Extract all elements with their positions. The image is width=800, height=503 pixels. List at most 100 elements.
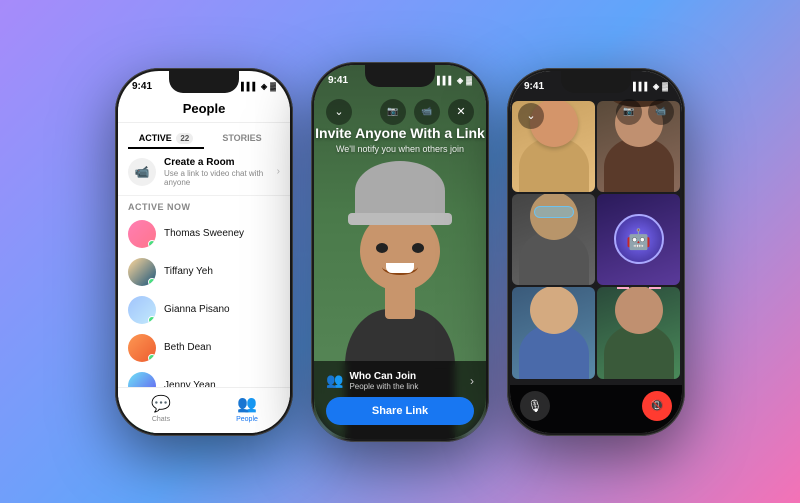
contact-name: Tiffany Yeh [164,266,213,277]
person-face-6 [615,287,663,333]
chevron-down-icon: ⌄ [526,109,535,122]
status-icons-middle: ▌▌▌ ◈ ▓ [437,76,472,85]
online-indicator [148,240,156,248]
invite-title: Invite Anyone With a Link [314,125,486,141]
chevron-right-icon: › [277,166,280,177]
invite-overlay: Invite Anyone With a Link We'll notify y… [314,125,486,154]
tab-stories-label: STORIES [222,133,261,143]
phone-middle-screen: 9:41 ▌▌▌ ◈ ▓ ⌄ 📷 [314,65,486,439]
ar-glasses [534,206,574,218]
nav-item-chats[interactable]: 💬 Chats [118,394,204,423]
call-cell-3 [512,194,595,285]
who-can-join-info: 👥 Who Can Join People with the link [326,371,418,391]
who-can-join-title: Who Can Join [349,371,418,382]
person-face-3 [530,194,578,240]
online-indicator [148,278,156,286]
tabs-row: ACTIVE 22 STORIES [118,123,290,149]
status-bar-right: 9:41 ▌▌▌ ◈ ▓ [510,71,682,99]
avatar [128,334,156,362]
signal-icon: ▌▌▌ [241,82,258,91]
create-room-row[interactable]: 📹 Create a Room Use a link to video chat… [118,149,290,196]
signal-icon: ▌▌▌ [633,82,650,91]
avatar [128,258,156,286]
section-label-active-now: ACTIVE NOW [118,196,290,215]
cat-ear-right [649,287,661,288]
list-item[interactable]: Tiffany Yeh [118,253,290,291]
online-indicator [148,354,156,362]
contact-name: Gianna Pisano [164,304,230,315]
down-chevron-button[interactable]: ⌄ [326,99,352,125]
phone-right-screen: 9:41 ▌▌▌ ◈ ▓ 📷 📹 [510,71,682,433]
camera-flip-button[interactable]: 📷 [616,99,642,125]
avatar [128,296,156,324]
call-cell-6 [597,287,680,378]
camera-icon: 📷 [387,106,398,117]
online-indicator [148,316,156,324]
wifi-icon: ◈ [261,82,267,91]
chats-icon: 💬 [151,394,171,414]
bottom-nav: 💬 Chats 👥 People [118,387,290,433]
status-icons-left: ▌▌▌ ◈ ▓ [241,82,276,91]
phone-right: 9:41 ▌▌▌ ◈ ▓ 📷 📹 [507,68,685,436]
who-can-join-row: 👥 Who Can Join People with the link › [326,371,474,391]
chevron-down-icon: ⌄ [334,105,343,118]
nav-item-people[interactable]: 👥 People [204,394,290,423]
close-icon: ✕ [456,105,465,118]
avatar [128,220,156,248]
who-can-join-subtitle: People with the link [349,382,418,391]
close-button[interactable]: ✕ [448,99,474,125]
contact-name: Beth Dean [164,342,211,353]
call-top-buttons: 📷 📹 [616,99,674,125]
left-eye [376,243,388,253]
list-item[interactable]: Beth Dean [118,329,290,367]
list-item[interactable]: Thomas Sweeney [118,215,290,253]
video-screen: 9:41 ▌▌▌ ◈ ▓ ⌄ 📷 [314,65,486,439]
camera-button[interactable]: 📷 [380,99,406,125]
people-header: People [118,99,290,123]
contact-name: Thomas Sweeney [164,228,244,239]
call-cell-content-6 [597,287,680,378]
call-cell-content-3 [512,194,595,285]
call-cell-5 [512,287,595,378]
share-link-button[interactable]: Share Link [326,397,474,425]
battery-icon: ▓ [662,82,668,91]
battery-icon: ▓ [270,82,276,91]
video-icon: 📹 [655,106,666,117]
time-right: 9:41 [524,81,544,92]
camera-icon: 📷 [623,106,634,117]
video-toggle-button[interactable]: 📹 [648,99,674,125]
cat-ear-left [617,287,629,288]
video-bottom-controls: 👥 Who Can Join People with the link › Sh… [314,361,486,439]
chevron-right-icon: › [470,374,474,388]
end-call-icon: 📵 [650,399,664,412]
person-hat [355,161,445,221]
people-title: People [118,101,290,116]
create-room-icon: 📹 [128,158,156,186]
status-bar-middle: 9:41 ▌▌▌ ◈ ▓ [314,65,486,93]
person-teeth [386,263,414,273]
create-room-title: Create a Room [164,157,269,168]
group-call-screen: 9:41 ▌▌▌ ◈ ▓ 📷 📹 [510,71,682,433]
video-button[interactable]: 📹 [414,99,440,125]
call-back-button[interactable]: ⌄ [518,103,544,129]
video-cam-icon: 📹 [421,106,432,117]
wifi-icon: ◈ [457,76,463,85]
chats-label: Chats [152,416,170,423]
people-screen: People ACTIVE 22 STORIES 📹 [118,99,290,433]
notch-left [169,71,239,93]
battery-icon: ▓ [466,76,472,85]
phone-left: 9:41 ▌▌▌ ◈ ▓ People ACTIVE 22 [115,68,293,436]
video-top-right-buttons: 📷 📹 ✕ [380,99,474,125]
status-icons-right: ▌▌▌ ◈ ▓ [633,82,668,91]
tab-active-badge: 22 [176,133,193,144]
right-eye [412,243,424,253]
list-item[interactable]: Gianna Pisano [118,291,290,329]
call-cell-4: 🤖 [597,194,680,285]
tab-stories[interactable]: STORIES [204,129,280,149]
mic-button[interactable]: 🎙 [520,391,550,421]
create-room-text: Create a Room Use a link to video chat w… [164,157,269,187]
end-call-button[interactable]: 📵 [642,391,672,421]
call-bottom-bar: 🎙 📵 [510,385,682,433]
tab-active[interactable]: ACTIVE 22 [128,129,204,149]
person-face-5 [530,287,578,333]
